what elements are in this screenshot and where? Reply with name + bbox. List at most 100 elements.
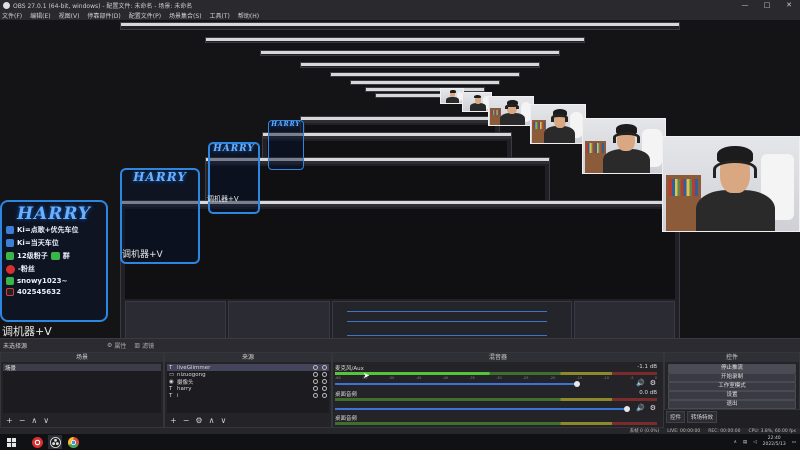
close-button[interactable]: ✕ xyxy=(778,0,800,10)
source-item[interactable]: ◉ 摄像头 xyxy=(167,378,329,386)
menu-help[interactable]: 帮助(H) xyxy=(238,11,259,20)
move-down-icon[interactable]: ∨ xyxy=(43,416,49,425)
system-tray: ∧ ▤ ◁ 22:40 2022/5/13 ▭ xyxy=(734,434,796,450)
notification-icon[interactable]: ▭ xyxy=(792,440,796,445)
overlay-row: Ki=当天车位 xyxy=(6,238,102,248)
controls-dock: 控件 停止推流 开始录制 工作室模式 设置 退出 xyxy=(664,352,800,410)
obs-logo-icon xyxy=(3,1,10,9)
visibility-icon[interactable] xyxy=(313,386,318,391)
filters-button[interactable]: ▥ 滤镜 xyxy=(134,341,154,350)
taskbar: ∧ ▤ ◁ 22:40 2022/5/13 ▭ xyxy=(0,434,800,450)
title-bar: OBS 27.0.1 (64-bit, windows) - 配置文件: 未命名… xyxy=(0,0,800,10)
menu-docks[interactable]: 停靠部件(D) xyxy=(87,11,120,20)
text-source-icon: T xyxy=(169,385,173,392)
scene-item[interactable]: 场景 xyxy=(3,364,161,372)
source-item[interactable]: Ti xyxy=(167,392,329,399)
lock-icon[interactable] xyxy=(322,393,327,398)
gear-icon[interactable]: ⚙ xyxy=(195,416,202,425)
remove-source-button[interactable]: − xyxy=(183,416,190,425)
overlay-row: 12级粉子 群 xyxy=(6,251,102,261)
wechat-group-icon xyxy=(50,252,60,260)
window-title: OBS 27.0.1 (64-bit, windows) - 配置文件: 未命名… xyxy=(13,2,193,10)
qq-icon xyxy=(6,239,14,247)
preview-canvas[interactable]: HARRY HARRY 调机器+V HARRY 调机器+V HARRY Ki=点… xyxy=(0,20,800,338)
remove-scene-button[interactable]: − xyxy=(19,416,26,425)
exit-button[interactable]: 退出 xyxy=(668,400,796,409)
lock-icon[interactable] xyxy=(322,379,327,384)
netease-music-icon[interactable] xyxy=(30,435,44,449)
mixer-dock-title: 混音器 xyxy=(333,353,663,362)
visibility-icon[interactable] xyxy=(313,365,318,370)
camera-source-icon: ◉ xyxy=(169,378,174,385)
lock-icon[interactable] xyxy=(322,365,327,370)
window-source-icon: ▭ xyxy=(169,371,175,378)
volume-slider[interactable] xyxy=(335,381,580,387)
network-icon[interactable]: ▤ xyxy=(743,440,747,445)
no-source-label: 未选择源 xyxy=(3,343,28,350)
audio-mixer-dock: 混音器 麦克风/Aux -1.1 dB -60 -55 -50 -45 -40 -35 -3… xyxy=(332,352,664,428)
add-source-button[interactable]: + xyxy=(170,416,177,425)
text-source-icon: T xyxy=(169,392,173,399)
tab-controls[interactable]: 控件 xyxy=(666,411,686,423)
source-toolbar: 未选择源 ⚙ 属性 ▥ 滤镜 xyxy=(0,338,800,352)
menu-tools[interactable]: 工具(T) xyxy=(210,11,230,20)
obs-taskbar-icon[interactable] xyxy=(48,435,62,449)
stop-streaming-button[interactable]: 停止推流 xyxy=(668,364,796,373)
volume-icon[interactable]: ◁ xyxy=(753,440,756,445)
move-down-icon[interactable]: ∨ xyxy=(220,416,226,425)
menu-profile[interactable]: 配置文件(P) xyxy=(129,11,161,20)
overlay-row: Ki=点歌+优先车位 xyxy=(6,225,102,235)
cpu-fps: CPU: 3.8%, 60.00 fps xyxy=(748,428,797,434)
properties-button[interactable]: ⚙ 属性 xyxy=(107,341,126,350)
recursive-frame xyxy=(205,37,585,43)
webcam-feed xyxy=(530,104,586,144)
source-item[interactable]: Tharry xyxy=(167,385,329,392)
settings-button[interactable]: 设置 xyxy=(668,391,796,400)
lock-icon[interactable] xyxy=(322,386,327,391)
scenes-dock-title: 场景 xyxy=(1,353,163,362)
speaker-icon[interactable]: 🔊 xyxy=(636,379,645,387)
speaker-icon[interactable]: 🔊 xyxy=(636,404,645,412)
filter-icon: ▥ xyxy=(134,342,141,349)
volume-slider[interactable] xyxy=(335,406,630,412)
live-timer: LIVE: 00:00:00 xyxy=(667,428,701,434)
menu-file[interactable]: 文件(F) xyxy=(2,11,22,20)
webcam-feed xyxy=(440,88,464,104)
clock[interactable]: 22:40 2022/5/13 xyxy=(763,436,786,448)
volume-meter xyxy=(335,372,657,375)
overlay-caption-medium: 调机器+V xyxy=(122,250,163,260)
recursive-obs-window xyxy=(120,200,680,338)
lock-icon[interactable] xyxy=(322,372,327,377)
menu-edit[interactable]: 编辑(E) xyxy=(30,11,50,20)
channel-name: 桌面音频 xyxy=(335,392,358,398)
channel-db: 0.0 dB xyxy=(639,390,657,396)
webcam-feed xyxy=(488,96,534,126)
windows-start-icon[interactable] xyxy=(4,435,18,449)
gear-icon: ⚙ xyxy=(107,342,113,349)
source-item[interactable]: TliveGlimmer xyxy=(167,364,329,371)
gear-icon[interactable]: ⚙ xyxy=(650,404,656,412)
add-scene-button[interactable]: + xyxy=(6,416,13,425)
maximize-button[interactable]: □ xyxy=(756,0,778,10)
overlay-caption: 调机器+V xyxy=(2,325,52,338)
mixer-channel-desktop-2: 桌面音频 xyxy=(335,414,657,426)
sources-dock: 来源 TliveGlimmer ▭ nizuogong ◉ 摄像头 Tharry T… xyxy=(164,352,332,428)
visibility-icon[interactable] xyxy=(313,379,318,384)
tray-chevron-icon[interactable]: ∧ xyxy=(734,440,737,445)
start-recording-button[interactable]: 开始录制 xyxy=(668,373,796,382)
move-up-icon[interactable]: ∧ xyxy=(31,416,37,425)
move-up-icon[interactable]: ∧ xyxy=(209,416,215,425)
visibility-icon[interactable] xyxy=(313,372,318,377)
recursive-frame xyxy=(350,80,500,85)
chrome-icon[interactable] xyxy=(66,435,80,449)
gear-icon[interactable]: ⚙ xyxy=(650,379,656,387)
studio-mode-button[interactable]: 工作室模式 xyxy=(668,382,796,391)
menu-view[interactable]: 视图(V) xyxy=(59,11,80,20)
visibility-icon[interactable] xyxy=(313,393,318,398)
scenes-toolbar: + − ∧ ∨ xyxy=(3,415,161,425)
tab-transitions[interactable]: 转场特效 xyxy=(687,411,718,423)
sources-list: TliveGlimmer ▭ nizuogong ◉ 摄像头 Tharry Ti xyxy=(167,364,329,413)
volume-meter xyxy=(335,422,657,425)
menu-scene-collection[interactable]: 场景集合(S) xyxy=(169,11,202,20)
minimize-button[interactable]: — xyxy=(734,0,756,10)
